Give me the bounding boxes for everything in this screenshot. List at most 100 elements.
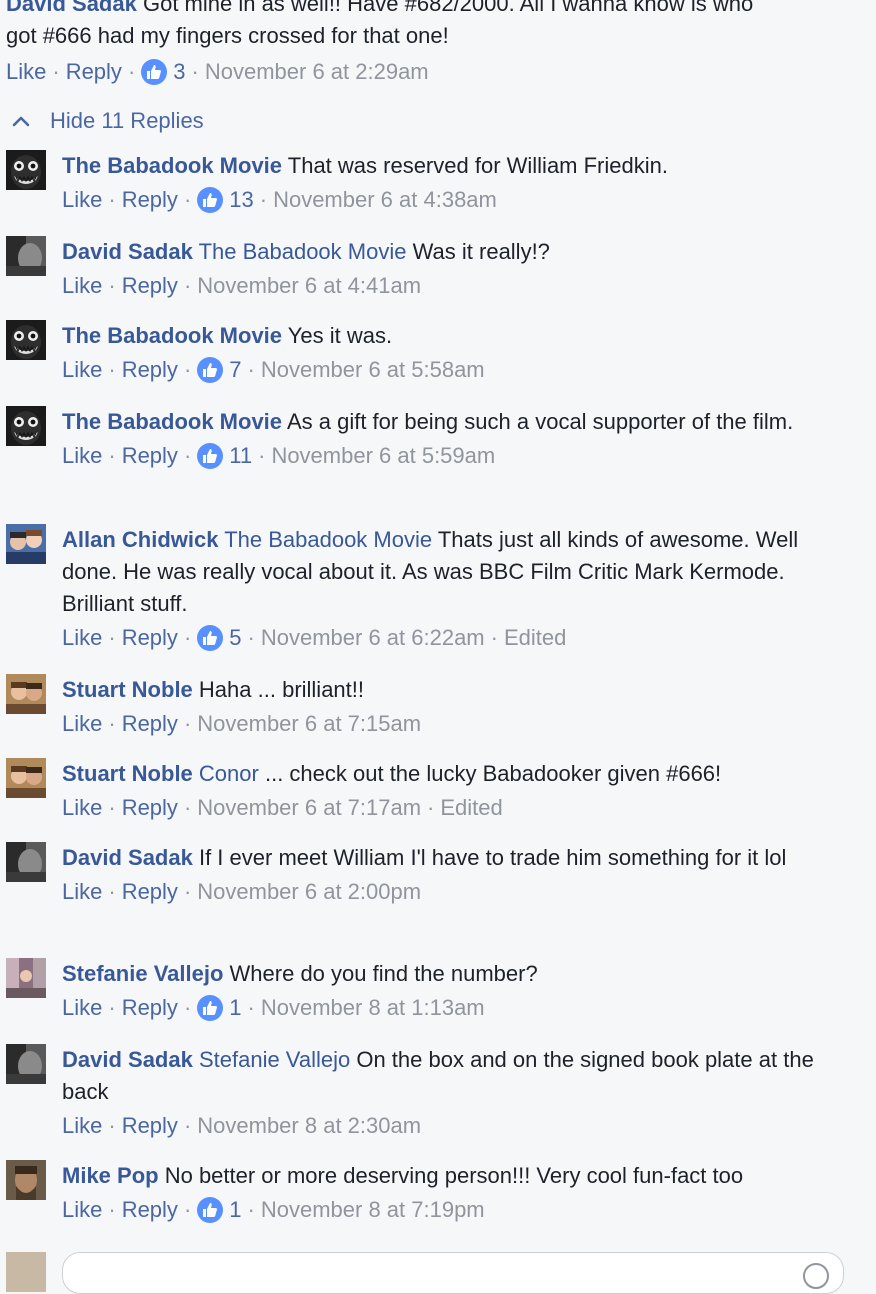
reply-author[interactable]: The Babadook Movie — [62, 323, 282, 348]
separator-dot: · — [183, 273, 192, 298]
reply-author[interactable]: David Sadak — [62, 845, 193, 870]
reply-link[interactable]: Reply — [122, 272, 178, 300]
reply-author[interactable]: Mike Pop — [62, 1163, 159, 1188]
avatar[interactable] — [6, 1044, 46, 1084]
reply-mention[interactable]: Conor — [199, 761, 259, 786]
reply-text: The Babadook Movie Yes it was. — [62, 320, 832, 352]
reply-message: That was reserved for William Friedkin. — [287, 153, 668, 178]
thumbs-up-icon — [197, 187, 224, 213]
separator-dot: · — [427, 795, 435, 820]
like-link[interactable]: Like — [62, 442, 102, 470]
reply-author[interactable]: Stuart Noble — [62, 761, 193, 786]
like-link[interactable]: Like — [62, 710, 102, 738]
avatar[interactable] — [6, 1160, 46, 1200]
reply-body: Stuart Noble Haha ... brilliant!! Like · Re… — [62, 674, 832, 738]
timestamp[interactable]: November 6 at 2:00pm — [197, 878, 421, 906]
reply-link[interactable]: Reply — [122, 186, 178, 214]
like-count-badge[interactable]: 3 — [141, 58, 186, 86]
timestamp[interactable]: November 8 at 7:19pm — [261, 1196, 485, 1224]
edited-label[interactable]: Edited — [440, 794, 502, 822]
like-count-badge[interactable]: 1 — [197, 994, 242, 1022]
timestamp[interactable]: November 6 at 7:17am — [197, 794, 421, 822]
avatar[interactable] — [6, 150, 46, 190]
timestamp[interactable]: November 6 at 7:15am — [197, 710, 421, 738]
like-count: 1 — [229, 1197, 242, 1222]
reply-author[interactable]: The Babadook Movie — [62, 153, 282, 178]
separator-dot: · — [127, 59, 136, 84]
reply-author[interactable]: Stuart Noble — [62, 677, 193, 702]
reply-text: Stefanie Vallejo Where do you find the n… — [62, 958, 832, 990]
like-link[interactable]: Like — [62, 272, 102, 300]
like-count-badge[interactable]: 7 — [197, 356, 242, 384]
reply-author[interactable]: Stefanie Vallejo — [62, 961, 223, 986]
like-link[interactable]: Like — [62, 1112, 102, 1140]
separator-dot: · — [247, 357, 255, 382]
reply-author[interactable]: The Babadook Movie — [62, 409, 282, 434]
avatar[interactable] — [6, 406, 46, 446]
separator-dot: · — [108, 357, 116, 382]
like-count-badge[interactable]: 1 — [197, 1196, 242, 1224]
avatar[interactable] — [6, 842, 46, 882]
like-count: 3 — [173, 59, 186, 84]
timestamp[interactable]: November 8 at 2:30am — [197, 1112, 421, 1140]
reply-link[interactable]: Reply — [122, 624, 178, 652]
like-count: 5 — [229, 625, 242, 650]
separator-dot: · — [247, 625, 255, 650]
timestamp[interactable]: November 6 at 6:22am — [261, 624, 485, 652]
separator-dot: · — [183, 879, 192, 904]
timestamp[interactable]: November 6 at 2:29am — [205, 58, 429, 86]
like-count-badge[interactable]: 5 — [197, 624, 242, 652]
like-count-badge[interactable]: 11 — [197, 442, 252, 470]
reply-link[interactable]: Reply — [122, 710, 178, 738]
reply-link[interactable]: Reply — [122, 1112, 178, 1140]
reply-body: The Babadook Movie That was reserved for… — [62, 150, 832, 214]
separator-dot: · — [183, 1197, 192, 1222]
reply-mention[interactable]: The Babadook Movie — [224, 527, 432, 552]
reply-mention[interactable]: Stefanie Vallejo — [199, 1047, 350, 1072]
reply-input[interactable] — [62, 1252, 844, 1294]
like-link[interactable]: Like — [62, 1196, 102, 1224]
reply-link[interactable]: Reply — [122, 442, 178, 470]
like-count-badge[interactable]: 13 — [197, 186, 254, 214]
thumbs-up-icon — [197, 625, 224, 651]
avatar[interactable] — [6, 236, 46, 276]
emoji-icon[interactable] — [803, 1263, 829, 1289]
like-link[interactable]: Like — [6, 58, 46, 86]
reply-author[interactable]: David Sadak — [62, 239, 193, 264]
avatar[interactable] — [6, 674, 46, 714]
thumbs-up-icon — [197, 357, 224, 383]
separator-dot: · — [108, 443, 116, 468]
reply-link[interactable]: Reply — [122, 794, 178, 822]
reply-link[interactable]: Reply — [66, 58, 122, 86]
like-link[interactable]: Like — [62, 624, 102, 652]
reply-mention[interactable]: The Babadook Movie — [199, 239, 407, 264]
timestamp[interactable]: November 8 at 1:13am — [261, 994, 485, 1022]
avatar[interactable] — [6, 758, 46, 798]
hide-replies-label: Hide 11 Replies — [50, 108, 204, 133]
reply-actions: Like · Reply · November 6 at 4:41am — [62, 272, 832, 300]
hide-replies-toggle[interactable]: Hide 11 Replies — [10, 108, 204, 134]
avatar[interactable] — [6, 524, 46, 564]
timestamp[interactable]: November 6 at 5:58am — [261, 356, 485, 384]
reply-link[interactable]: Reply — [122, 994, 178, 1022]
reply-author[interactable]: Allan Chidwick — [62, 527, 218, 552]
comment-author[interactable]: David Sadak — [6, 0, 137, 16]
like-link[interactable]: Like — [62, 878, 102, 906]
like-count: 13 — [229, 187, 254, 212]
reply-link[interactable]: Reply — [122, 878, 178, 906]
like-link[interactable]: Like — [62, 994, 102, 1022]
avatar[interactable] — [6, 958, 46, 998]
timestamp[interactable]: November 6 at 5:59am — [271, 442, 495, 470]
separator-dot: · — [108, 625, 116, 650]
avatar[interactable] — [6, 320, 46, 360]
timestamp[interactable]: November 6 at 4:41am — [197, 272, 421, 300]
reply-author[interactable]: David Sadak — [62, 1047, 193, 1072]
reply-link[interactable]: Reply — [122, 1196, 178, 1224]
edited-label[interactable]: Edited — [504, 624, 566, 652]
reply-link[interactable]: Reply — [122, 356, 178, 384]
like-link[interactable]: Like — [62, 356, 102, 384]
like-link[interactable]: Like — [62, 186, 102, 214]
timestamp[interactable]: November 6 at 4:38am — [273, 186, 497, 214]
like-link[interactable]: Like — [62, 794, 102, 822]
avatar — [6, 1252, 46, 1292]
